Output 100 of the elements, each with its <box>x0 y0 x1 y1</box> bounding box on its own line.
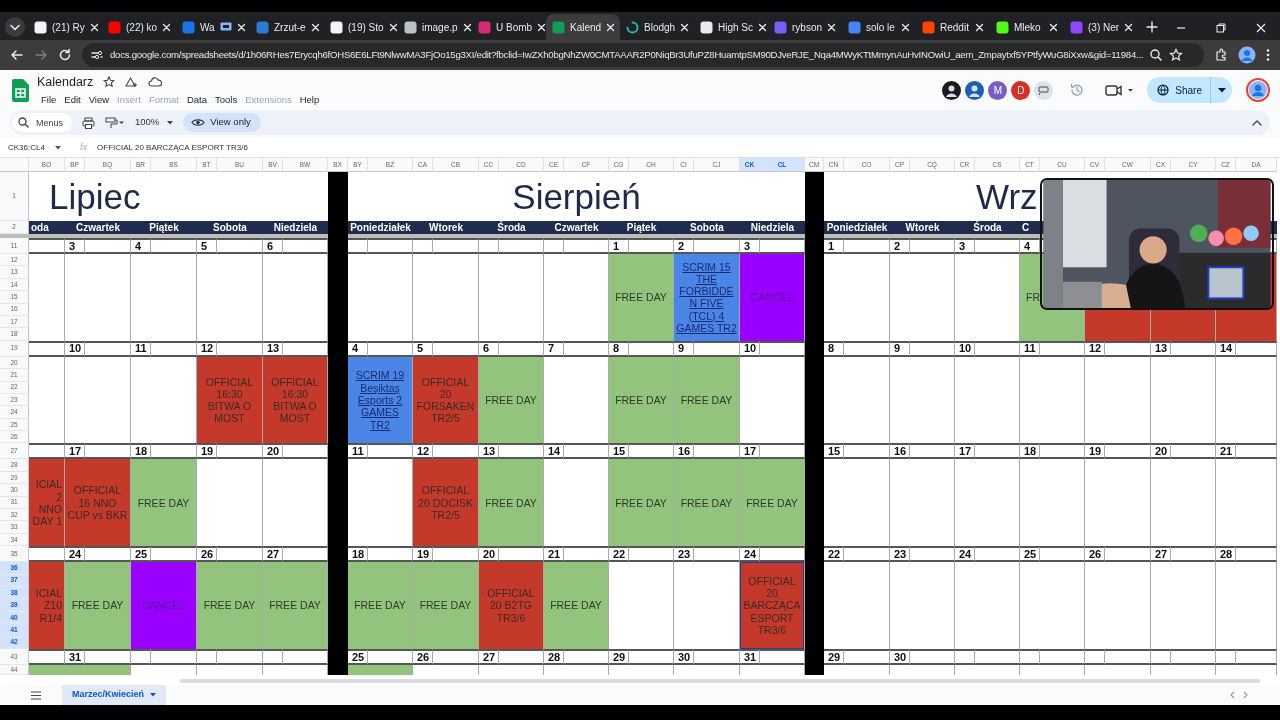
menu-item[interactable]: Data <box>182 92 212 107</box>
close-icon[interactable] <box>537 22 547 32</box>
browser-tab[interactable]: Kalend <box>546 14 620 40</box>
print-icon[interactable] <box>82 116 95 129</box>
avatar[interactable]: M <box>988 80 1008 100</box>
close-icon[interactable] <box>388 22 398 32</box>
share-button[interactable]: Share <box>1147 77 1210 103</box>
restore-icon[interactable] <box>1216 23 1226 33</box>
date-cell: 18 <box>131 443 151 460</box>
menu-icon[interactable] <box>1266 48 1270 62</box>
extensions-icon[interactable] <box>1214 48 1228 62</box>
menu-item[interactable]: View <box>84 92 114 107</box>
month-title: Sierpień <box>511 176 642 218</box>
site-settings-icon[interactable] <box>90 48 104 62</box>
close-icon[interactable] <box>462 22 472 32</box>
close-icon[interactable] <box>975 22 984 32</box>
history-icon[interactable] <box>1069 82 1086 98</box>
date-cell: 13 <box>479 443 499 460</box>
close-icon[interactable] <box>236 22 246 32</box>
sheet-tab[interactable]: Marzec/Kwiecień <box>62 685 167 705</box>
close-icon[interactable] <box>758 22 767 32</box>
browser-tab[interactable]: (22) ko <box>102 14 176 40</box>
reload-icon[interactable] <box>58 48 72 62</box>
close-icon[interactable] <box>310 22 320 32</box>
menu-item[interactable]: Help <box>295 92 324 107</box>
date-cell: 20 <box>479 546 499 563</box>
move-icon[interactable] <box>125 76 139 89</box>
date-cell: 15 <box>609 443 629 460</box>
date-cell: 17 <box>65 443 85 460</box>
date-cell: 4 <box>1020 238 1040 254</box>
new-tab-icon[interactable] <box>1146 21 1158 33</box>
browser-tab[interactable]: High Sc <box>694 14 768 40</box>
browser-tab[interactable]: image.p <box>398 14 472 40</box>
date-cell: 18 <box>348 546 368 563</box>
zoom-select[interactable]: 100% <box>135 115 174 130</box>
close-icon[interactable] <box>606 22 616 32</box>
browser-tab[interactable]: rybson <box>768 14 842 40</box>
profile-icon[interactable] <box>1246 78 1270 102</box>
date-cell: 24 <box>740 546 760 563</box>
document-title[interactable]: Kalendarz <box>37 73 94 92</box>
close-icon[interactable] <box>827 22 836 32</box>
date-cell: 25 <box>131 546 151 563</box>
collapse-icon[interactable] <box>1252 119 1262 126</box>
close-icon[interactable] <box>89 22 99 32</box>
avatar[interactable]: D <box>1011 80 1031 100</box>
event-link[interactable]: SCRIM 19 Beşiktaş Esports 2 GAMES TR2 <box>350 369 410 431</box>
cloud-icon[interactable] <box>148 77 163 88</box>
tab-search-icon[interactable] <box>4 16 26 38</box>
browser-tab[interactable]: Mleko <box>990 14 1064 40</box>
chat-icon[interactable] <box>1034 80 1054 100</box>
star-icon[interactable] <box>103 76 116 89</box>
browser-tab[interactable]: (21) Ry <box>28 14 102 40</box>
browser-tab[interactable]: (19) Sto <box>324 14 398 40</box>
camera-icon[interactable] <box>1105 83 1136 97</box>
search-field[interactable]: Menus <box>12 113 72 132</box>
close-icon[interactable] <box>1256 23 1266 33</box>
date-cell: 26 <box>197 546 217 563</box>
close-icon[interactable] <box>680 22 690 32</box>
horizontal-scrollbar[interactable] <box>0 677 1280 685</box>
close-icon[interactable] <box>1049 22 1058 32</box>
avatar-icon[interactable] <box>942 80 962 100</box>
close-icon[interactable] <box>901 22 910 32</box>
name-box[interactable]: CK36:CL4 <box>8 141 70 154</box>
browser-tab[interactable]: Wa <box>176 14 250 40</box>
day-header: Poniedziałek <box>825 221 889 234</box>
browser-tab[interactable]: Reddit <box>916 14 990 40</box>
browser-tab[interactable]: Zrzut-e <box>250 14 324 40</box>
avatar-icon[interactable] <box>965 80 985 100</box>
menu-item[interactable]: Edit <box>60 92 85 107</box>
view-only-chip[interactable]: View only <box>183 113 261 132</box>
browser-tab[interactable]: solo le <box>842 14 916 40</box>
menu-item[interactable]: Tools <box>211 92 242 107</box>
sheet-scroll-icon[interactable] <box>1228 691 1250 699</box>
formula-text: OFFICIAL 20 BARCZĄCA ESPORT TR3/6 <box>97 141 248 154</box>
close-icon[interactable] <box>162 22 172 32</box>
event-cell: FREE DAY <box>544 562 609 649</box>
event-cell: FREE DAY <box>609 459 674 547</box>
date-cell: 19 <box>197 443 217 460</box>
date-cell: 2 <box>890 238 910 254</box>
date-cell: 3 <box>65 238 85 254</box>
back-icon[interactable] <box>10 48 24 62</box>
all-sheets-icon[interactable] <box>30 690 42 700</box>
browser-tab[interactable]: U Bomb <box>472 14 546 40</box>
event-cell: OFFICIAL 16:30 BITWA O MOST <box>197 356 263 444</box>
date-cell: 16 <box>890 443 910 460</box>
paint-format-icon[interactable] <box>105 116 125 129</box>
event-cell: FREE DAY <box>65 562 131 649</box>
browser-tab[interactable]: (3) Ner <box>1064 14 1138 40</box>
eye-icon <box>191 118 206 127</box>
menu-item[interactable]: File <box>37 92 61 107</box>
forward-icon[interactable] <box>34 48 48 62</box>
event-cell: FREE DAY <box>674 459 740 547</box>
date-cell: 11 <box>348 443 368 460</box>
browser-tab[interactable]: Blodgh <box>620 14 694 40</box>
date-cell: 6 <box>263 238 283 254</box>
event-link[interactable]: SCRIM 15 THE FORBIDDEN FIVE (TCL) 4 GAMES TR2 <box>676 260 737 335</box>
close-icon[interactable] <box>1124 22 1134 32</box>
zoom-icon[interactable] <box>1149 48 1164 62</box>
share-menu-button[interactable] <box>1210 77 1232 103</box>
profile-icon[interactable] <box>1238 46 1256 64</box>
